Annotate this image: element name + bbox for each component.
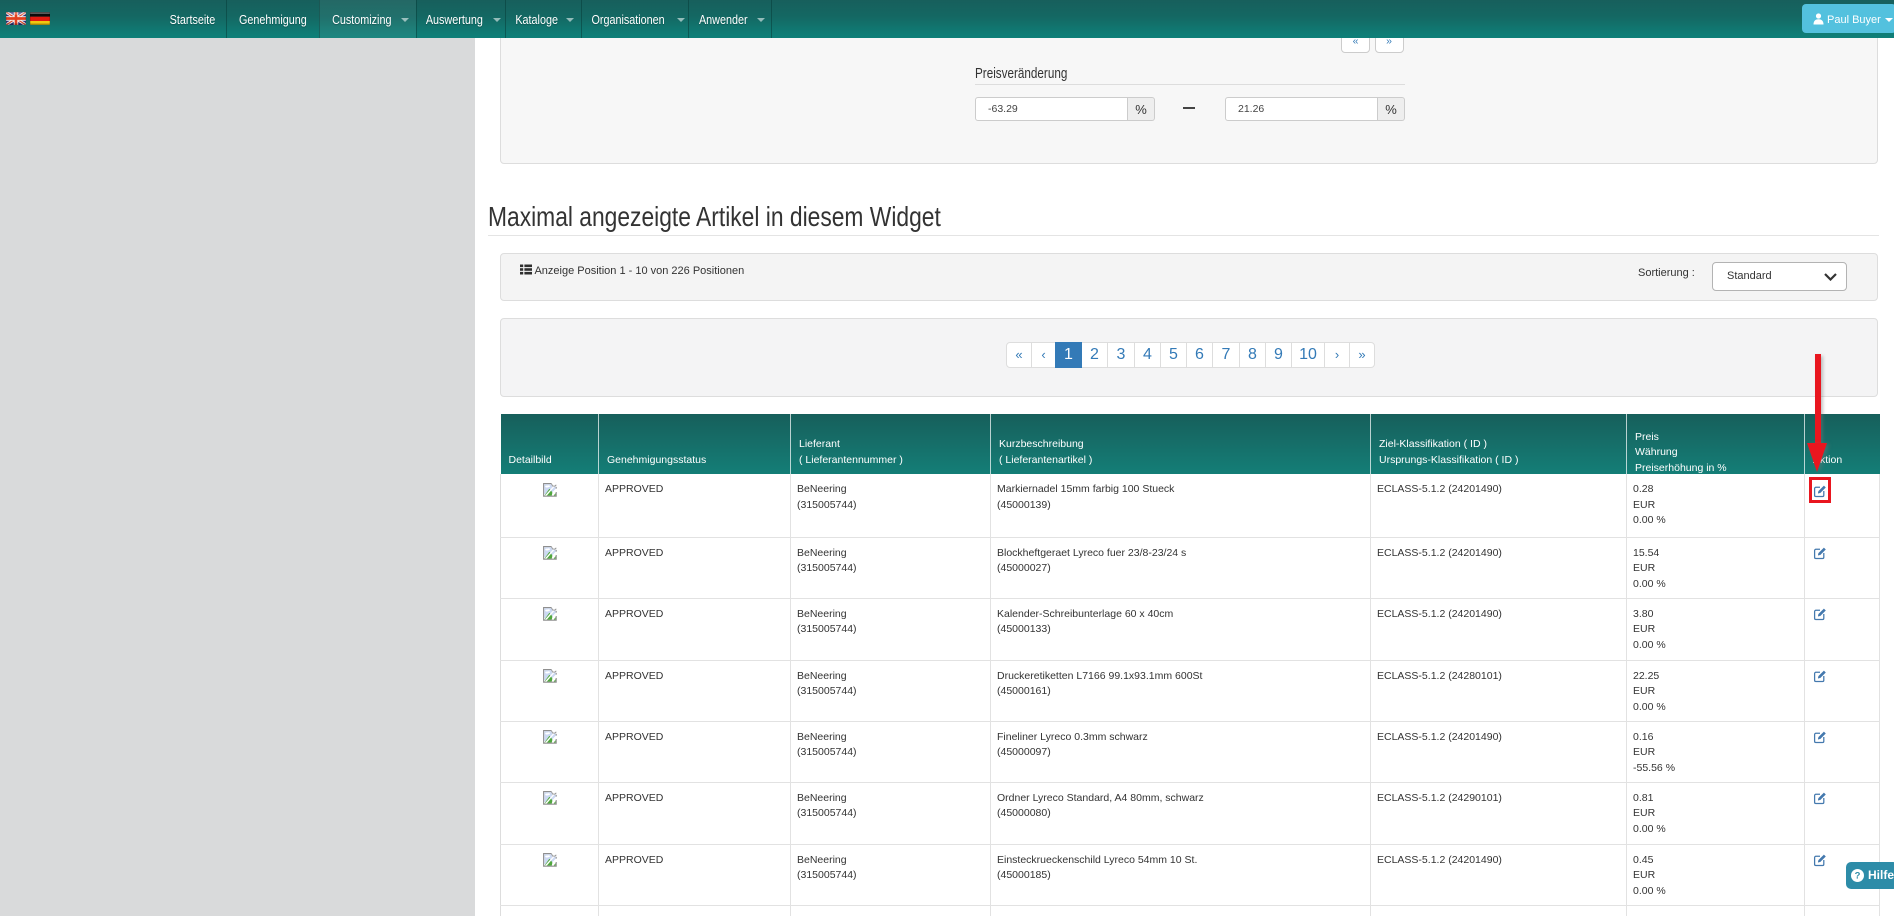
svg-text:?: ? [1855,870,1861,881]
